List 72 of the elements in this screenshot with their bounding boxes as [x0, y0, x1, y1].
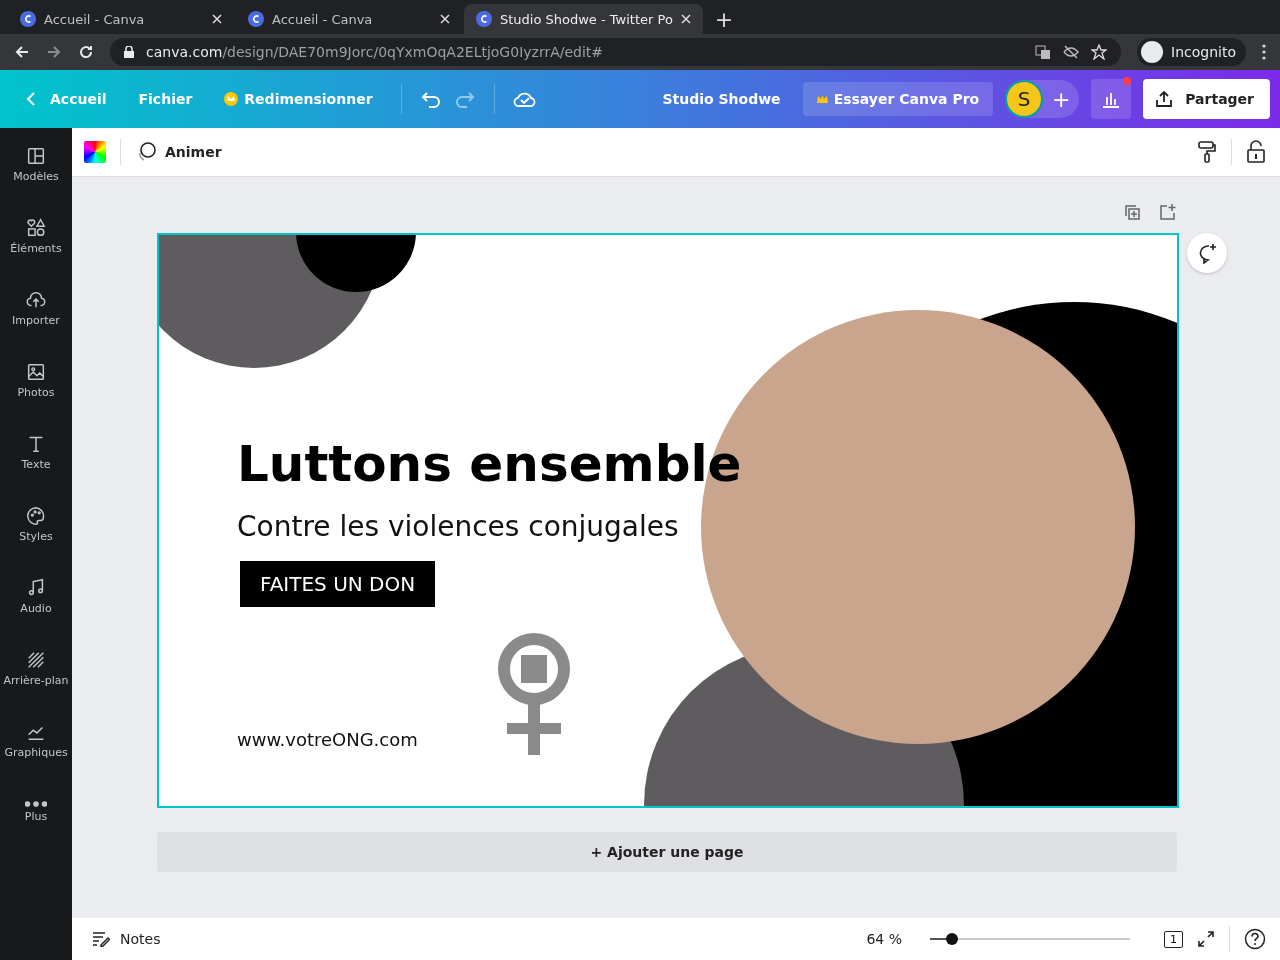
top-left-circles-drawing[interactable]: [159, 235, 416, 368]
share-button[interactable]: Partager: [1143, 79, 1270, 119]
add-member-button[interactable]: +: [1043, 85, 1080, 113]
fullscreen-icon[interactable]: [1197, 930, 1215, 948]
sidebar-item[interactable]: Importer: [0, 272, 72, 344]
browser-tab[interactable]: Accueil - Canva: [236, 4, 462, 34]
unlock-icon[interactable]: [1246, 140, 1266, 164]
sidebar-item[interactable]: Éléments: [0, 200, 72, 272]
more-icon: [25, 801, 47, 807]
sidebar-item[interactable]: Plus: [0, 776, 72, 848]
canva-logo-icon: [20, 11, 36, 27]
eye-slash-icon[interactable]: [1063, 44, 1080, 60]
translate-icon[interactable]: [1035, 44, 1052, 60]
insights-button[interactable]: [1091, 79, 1132, 119]
crown-icon: [224, 92, 239, 106]
donate-button[interactable]: FAITES UN DON: [240, 561, 436, 607]
project-title[interactable]: Studio Shodwe: [652, 83, 791, 115]
avatar[interactable]: S: [1005, 80, 1044, 118]
notification-dot: [1123, 77, 1132, 85]
add-page-button[interactable]: + Ajouter une page: [157, 832, 1177, 872]
new-tab-button[interactable]: +: [704, 4, 744, 34]
design-canvas[interactable]: Luttons ensemble Contre les violences conjugales FAITES UN DON www.votreONG.com: [157, 233, 1179, 808]
sidebar-item[interactable]: Arrière-plan: [0, 632, 72, 704]
reload-icon[interactable]: [78, 44, 94, 60]
back-arrow-icon[interactable]: [14, 44, 30, 60]
sidebar-item[interactable]: Audio: [0, 560, 72, 632]
sidebar-item[interactable]: Graphiques: [0, 704, 72, 776]
subheadline[interactable]: Contre les violences conjugales: [237, 510, 679, 543]
browser-tab[interactable]: Accueil - Canva: [8, 4, 234, 34]
zoom-level-text: 64 %: [866, 931, 902, 947]
star-icon[interactable]: [1091, 44, 1108, 60]
add-comment-button[interactable]: [1187, 233, 1227, 273]
shapes-icon: [25, 217, 47, 239]
duplicate-page-icon[interactable]: [1123, 203, 1141, 221]
add-page-icon[interactable]: [1159, 203, 1177, 221]
sidebar-item[interactable]: Modèles: [0, 128, 72, 200]
notes-button[interactable]: Notes: [86, 930, 167, 948]
more-menu-icon[interactable]: [1262, 44, 1266, 60]
zoom-slider-thumb[interactable]: [946, 933, 958, 945]
headline[interactable]: Luttons ensemble: [237, 435, 742, 493]
notes-icon: [92, 931, 110, 947]
close-icon[interactable]: [212, 14, 222, 24]
sidebar-item[interactable]: Styles: [0, 488, 72, 560]
close-icon[interactable]: [440, 14, 450, 24]
crown-icon: [816, 94, 828, 104]
image-icon: [25, 361, 47, 383]
url-text: canva.com/design/DAE70m9Jorc/0qYxmOqA2ELtjoG0IyzrrA/edit#: [146, 44, 604, 60]
canva-logo-icon: [476, 11, 492, 27]
canva-logo-icon: [248, 11, 264, 27]
browser-tab[interactable]: Studio Shodwe - Twitter Po: [464, 4, 703, 34]
share-icon: [1155, 90, 1174, 108]
incognito-badge[interactable]: Incognito: [1137, 38, 1246, 66]
sidebar-item[interactable]: Photos: [0, 344, 72, 416]
lock-icon: [124, 46, 134, 58]
cloud-check-icon[interactable]: [512, 90, 537, 108]
palette-icon: [25, 505, 47, 527]
color-picker-icon[interactable]: [84, 141, 106, 163]
chevron-left-icon: [26, 91, 36, 107]
paint-roller-icon[interactable]: [1197, 140, 1217, 164]
sidebar-item[interactable]: Texte: [0, 416, 72, 488]
page-count-button[interactable]: 1: [1164, 930, 1183, 948]
animate-button[interactable]: Animer: [135, 141, 222, 163]
close-icon[interactable]: [680, 14, 691, 24]
stripes-icon: [25, 649, 47, 671]
address-bar[interactable]: canva.com/design/DAE70m9Jorc/0qYxmOqA2ELtjoG0IyzrrA/edit#: [110, 38, 1122, 66]
try-pro-button[interactable]: Essayer Canva Pro: [802, 82, 994, 116]
bar-chart-icon: [1101, 90, 1122, 108]
website-text[interactable]: www.votreONG.com: [237, 729, 418, 750]
undo-icon[interactable]: [419, 90, 442, 108]
help-icon[interactable]: [1244, 928, 1266, 950]
forward-arrow-icon[interactable]: [46, 44, 62, 60]
layout-icon: [25, 145, 47, 167]
